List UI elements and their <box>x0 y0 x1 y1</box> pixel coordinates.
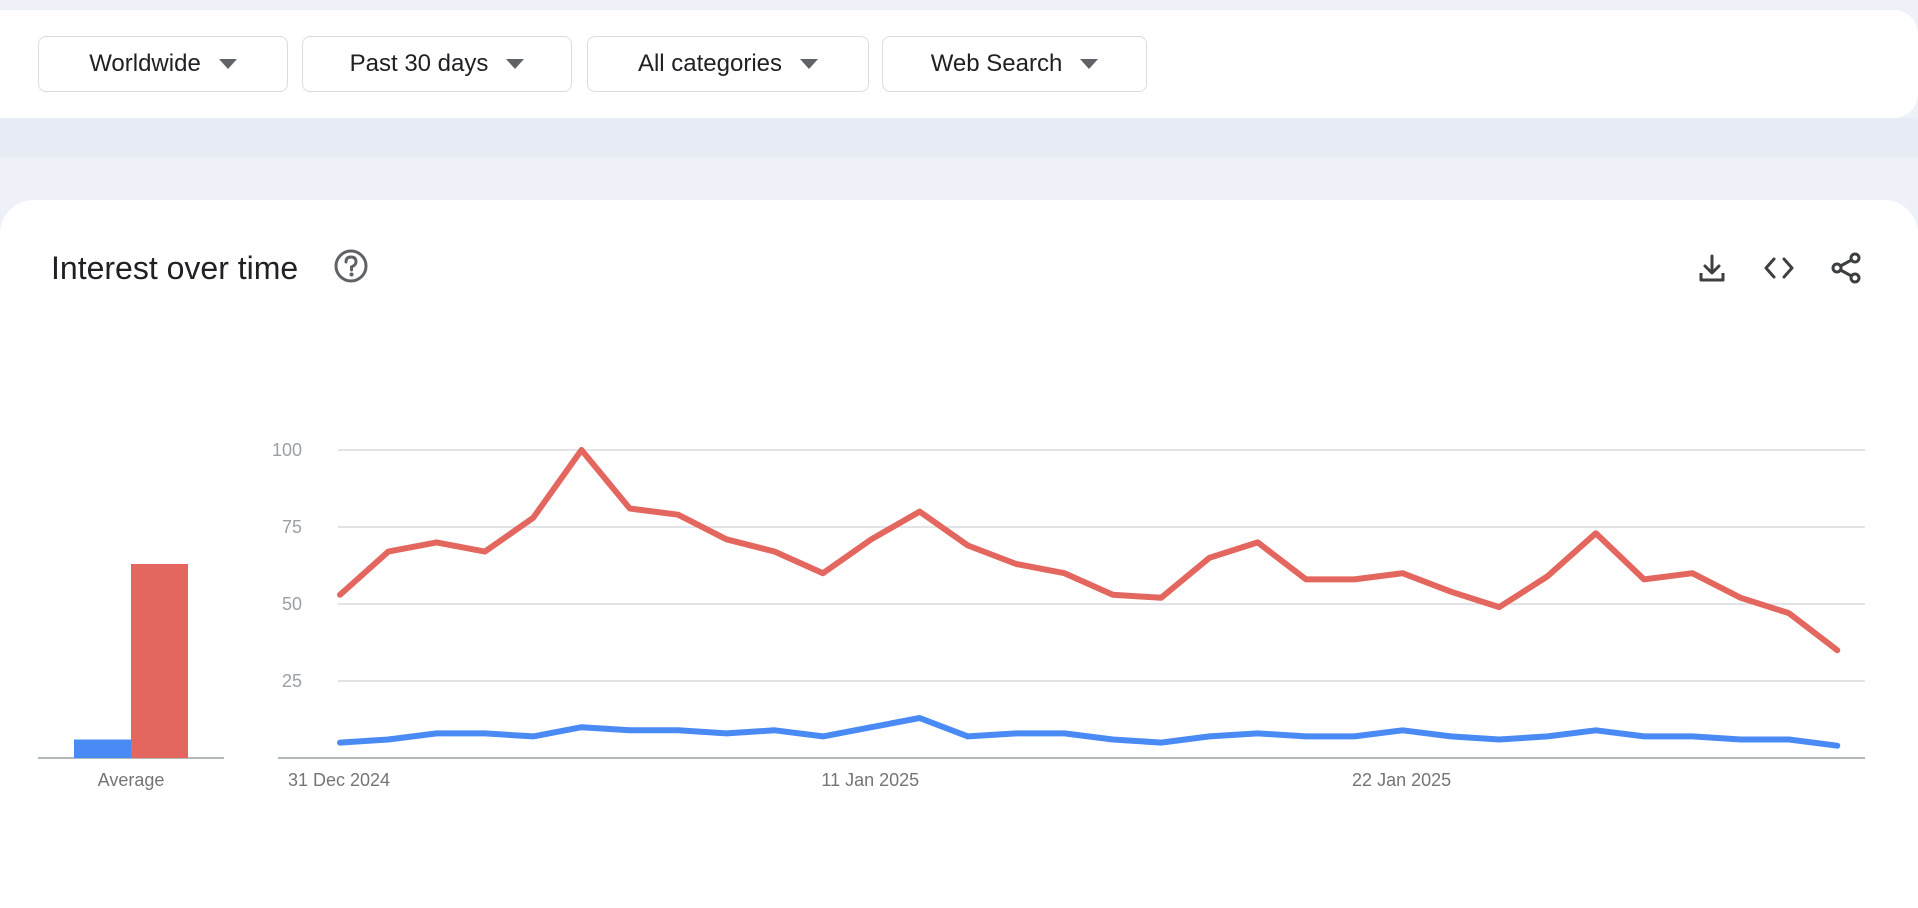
average-label: Average <box>98 770 165 790</box>
chevron-down-icon <box>800 59 819 69</box>
x-tick-label: 22 Jan 2025 <box>1352 770 1451 790</box>
chevron-down-icon <box>1080 59 1099 69</box>
region-dropdown[interactable]: Worldwide <box>38 36 288 92</box>
region-label: Worldwide <box>89 50 201 77</box>
average-bar <box>131 563 188 758</box>
category-label: All categories <box>637 50 783 77</box>
chevron-down-icon <box>506 59 525 69</box>
search-type-label: Web Search <box>930 50 1063 77</box>
search-type-dropdown[interactable]: Web Search <box>882 36 1147 92</box>
series-line <box>337 447 1841 654</box>
chevron-down-icon <box>218 59 237 69</box>
series-line <box>337 715 1841 749</box>
time-range-dropdown[interactable]: Past 30 days <box>302 36 572 92</box>
interest-over-time-card: Interest over time 25 50 75 100 31 Dec 2024 1… <box>0 200 1918 908</box>
average-bar <box>74 739 131 758</box>
filter-bar: Worldwide Past 30 days All categories We… <box>0 10 1918 118</box>
y-tick-label: 25 <box>282 671 302 691</box>
y-tick-label: 50 <box>282 594 302 614</box>
y-tick-label: 100 <box>272 440 302 460</box>
time-range-label: Past 30 days <box>349 50 489 77</box>
interest-chart: 25 50 75 100 31 Dec 2024 11 Jan 2025 22 Jan 20… <box>38 440 1865 790</box>
x-tick-label: 11 Jan 2025 <box>821 770 919 790</box>
y-tick-label: 75 <box>282 517 302 537</box>
separator-band <box>0 118 1918 158</box>
x-tick-label: 31 Dec 2024 <box>288 770 390 790</box>
category-dropdown[interactable]: All categories <box>587 36 869 92</box>
